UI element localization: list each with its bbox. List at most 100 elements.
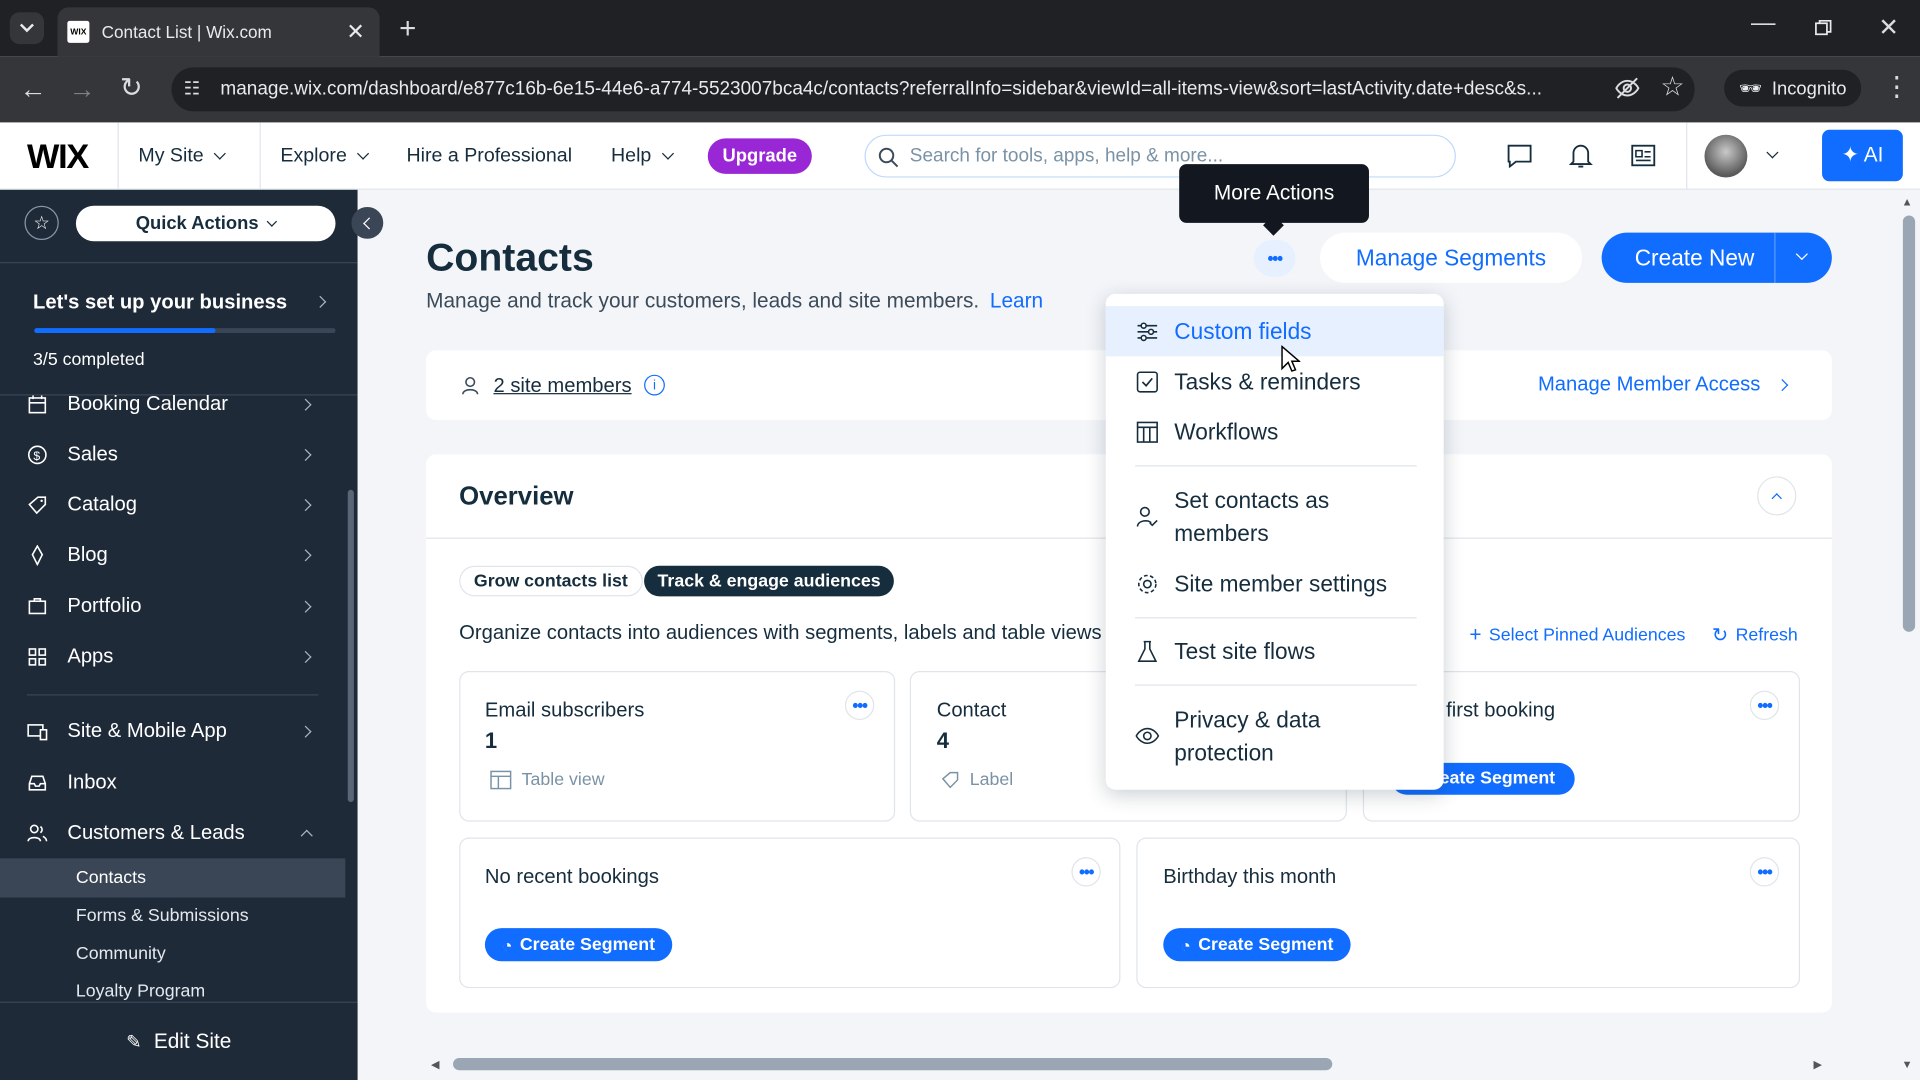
my-site-menu[interactable]: My Site: [138, 122, 227, 189]
sidebar-item-apps[interactable]: Apps: [0, 632, 345, 682]
chevron-down-icon[interactable]: [1795, 248, 1808, 261]
setup-title[interactable]: Let's set up your business: [33, 291, 287, 314]
scroll-right-icon[interactable]: ▶: [1813, 1058, 1821, 1071]
eye-off-icon[interactable]: [1614, 76, 1641, 100]
favorites-star-button[interactable]: ☆: [24, 205, 59, 241]
scroll-left-icon[interactable]: ◀: [431, 1058, 439, 1071]
create-new-button[interactable]: Create New: [1601, 232, 1832, 283]
reload-icon[interactable]: ↻: [120, 72, 143, 104]
restore-window-icon[interactable]: [1815, 19, 1832, 37]
bookmark-star-icon[interactable]: ☆: [1660, 71, 1684, 103]
help-menu[interactable]: Help: [611, 122, 674, 189]
menu-item-site-member-settings[interactable]: Site member settings: [1106, 558, 1444, 608]
menu-item-custom-fields[interactable]: Custom fields: [1106, 306, 1444, 356]
sidebar-item-label: Booking Calendar: [67, 393, 228, 416]
upgrade-button[interactable]: Upgrade: [707, 138, 812, 174]
sidebar-item-blog[interactable]: Blog: [0, 530, 345, 580]
segment-more-button[interactable]: •••: [1749, 690, 1780, 721]
explore-menu[interactable]: Explore: [280, 122, 370, 189]
chevron-down-icon: [661, 147, 674, 160]
menu-item-privacy-data[interactable]: Privacy & data protection: [1106, 700, 1444, 771]
vertical-scrollbar[interactable]: [1902, 215, 1916, 632]
incognito-icon: 🕶: [1738, 78, 1763, 100]
create-new-label: Create New: [1634, 244, 1755, 271]
ai-button[interactable]: ✦ AI: [1822, 129, 1903, 182]
sidebar-item-catalog[interactable]: Catalog: [0, 480, 345, 530]
horizontal-scrollbar[interactable]: [453, 1057, 1333, 1071]
collapse-sidebar-button[interactable]: [351, 206, 384, 239]
header-divider: [259, 122, 261, 190]
chevron-down-icon: [357, 147, 370, 160]
browser-menu-icon[interactable]: ⋮: [1883, 71, 1910, 103]
minimize-icon[interactable]: —: [1751, 10, 1775, 38]
setup-progress-fill: [34, 328, 216, 334]
create-segment-button[interactable]: ◔ Create Segment: [484, 928, 673, 962]
segment-more-button[interactable]: •••: [1749, 857, 1780, 887]
menu-item-workflows[interactable]: Workflows: [1106, 407, 1444, 457]
tab-title: Contact List | Wix.com: [101, 22, 272, 42]
site-members-link[interactable]: 2 site members: [493, 375, 631, 398]
sidebar-item-customers-leads[interactable]: Customers & Leads: [0, 808, 345, 858]
scroll-up-icon[interactable]: ▲: [1902, 196, 1913, 208]
wix-logo[interactable]: WIX: [27, 137, 89, 176]
quick-actions-button[interactable]: Quick Actions: [75, 205, 336, 242]
new-tab-button[interactable]: +: [399, 12, 416, 46]
segment-card[interactable]: [459, 837, 1121, 989]
back-icon[interactable]: ←: [20, 73, 47, 105]
scroll-down-icon[interactable]: ▼: [1902, 1058, 1913, 1070]
site-info-icon[interactable]: ☷: [184, 77, 200, 99]
overview-description: Organize contacts into audiences with se…: [459, 622, 1102, 645]
tab-grow-contacts[interactable]: Grow contacts list: [459, 565, 643, 597]
menu-item-test-site-flows[interactable]: Test site flows: [1106, 626, 1444, 676]
segment-card[interactable]: [1136, 837, 1801, 989]
sidebar-sub-item-contacts[interactable]: Contacts: [76, 868, 146, 888]
page-title: Contacts: [426, 235, 594, 280]
avatar[interactable]: [1704, 134, 1748, 178]
sidebar-scrollbar[interactable]: [347, 489, 354, 803]
menu-item-set-contacts-members[interactable]: Set contacts as members: [1106, 481, 1444, 552]
menu-separator: [1135, 465, 1417, 467]
sidebar-item-site-mobile-app[interactable]: Site & Mobile App: [0, 707, 345, 757]
sidebar-item-inbox[interactable]: Inbox: [0, 758, 345, 808]
incognito-badge[interactable]: 🕶 Incognito: [1724, 69, 1862, 107]
sidebar-item-booking-calendar[interactable]: Booking Calendar: [0, 380, 345, 430]
chevron-up-icon: [1771, 492, 1782, 503]
segment-title: Birthday this month: [1163, 865, 1337, 888]
edit-site-button[interactable]: ✎ Edit Site: [0, 1001, 358, 1080]
close-tab-icon[interactable]: ✕: [346, 19, 364, 45]
chevron-down-icon: [266, 215, 278, 227]
sidebar-sub-item-forms[interactable]: Forms & Submissions: [76, 906, 249, 926]
menu-item-tasks-reminders[interactable]: Tasks & reminders: [1106, 356, 1444, 406]
forward-icon[interactable]: →: [69, 73, 96, 105]
sidebar-divider: [0, 262, 358, 264]
bell-icon[interactable]: [1568, 142, 1593, 169]
chevron-right-icon: [299, 650, 312, 663]
sidebar-item-portfolio[interactable]: Portfolio: [0, 582, 345, 632]
collapse-overview-button[interactable]: [1757, 476, 1797, 516]
more-actions-button[interactable]: •••: [1253, 240, 1296, 277]
segment-more-button[interactable]: •••: [844, 690, 875, 721]
segment-more-button[interactable]: •••: [1071, 857, 1101, 887]
create-segment-button[interactable]: ◔ Create Segment: [1163, 928, 1351, 962]
tab-track-engage[interactable]: Track & engage audiences: [644, 565, 895, 597]
learn-more-link[interactable]: Learn: [990, 289, 1043, 312]
news-feed-icon[interactable]: [1630, 143, 1657, 167]
tab-search-button[interactable]: [9, 12, 45, 45]
sidebar-sub-item-loyalty[interactable]: Loyalty Program: [76, 982, 205, 1002]
menu-item-label: Test site flows: [1174, 637, 1316, 664]
address-bar[interactable]: ☷ manage.wix.com/dashboard/e877c16b-6e15…: [171, 67, 1695, 112]
manage-segments-button[interactable]: Manage Segments: [1320, 232, 1583, 283]
chevron-right-icon: [299, 725, 312, 738]
manage-member-access-link[interactable]: Manage Member Access: [1538, 373, 1788, 396]
info-icon[interactable]: i: [644, 374, 665, 396]
select-pinned-audiences-button[interactable]: + Select Pinned Audiences: [1469, 623, 1685, 647]
close-window-icon[interactable]: ✕: [1878, 12, 1899, 43]
portfolio-icon: [28, 597, 47, 615]
sidebar-item-sales[interactable]: $ Sales: [0, 430, 345, 480]
segment-card[interactable]: [459, 671, 896, 822]
sidebar-sub-item-community[interactable]: Community: [76, 944, 166, 964]
hire-professional-link[interactable]: Hire a Professional: [407, 122, 573, 189]
refresh-button[interactable]: ↻ Refresh: [1712, 623, 1798, 647]
chat-icon[interactable]: [1506, 143, 1533, 168]
browser-tab[interactable]: WIX Contact List | Wix.com ✕: [57, 7, 380, 57]
